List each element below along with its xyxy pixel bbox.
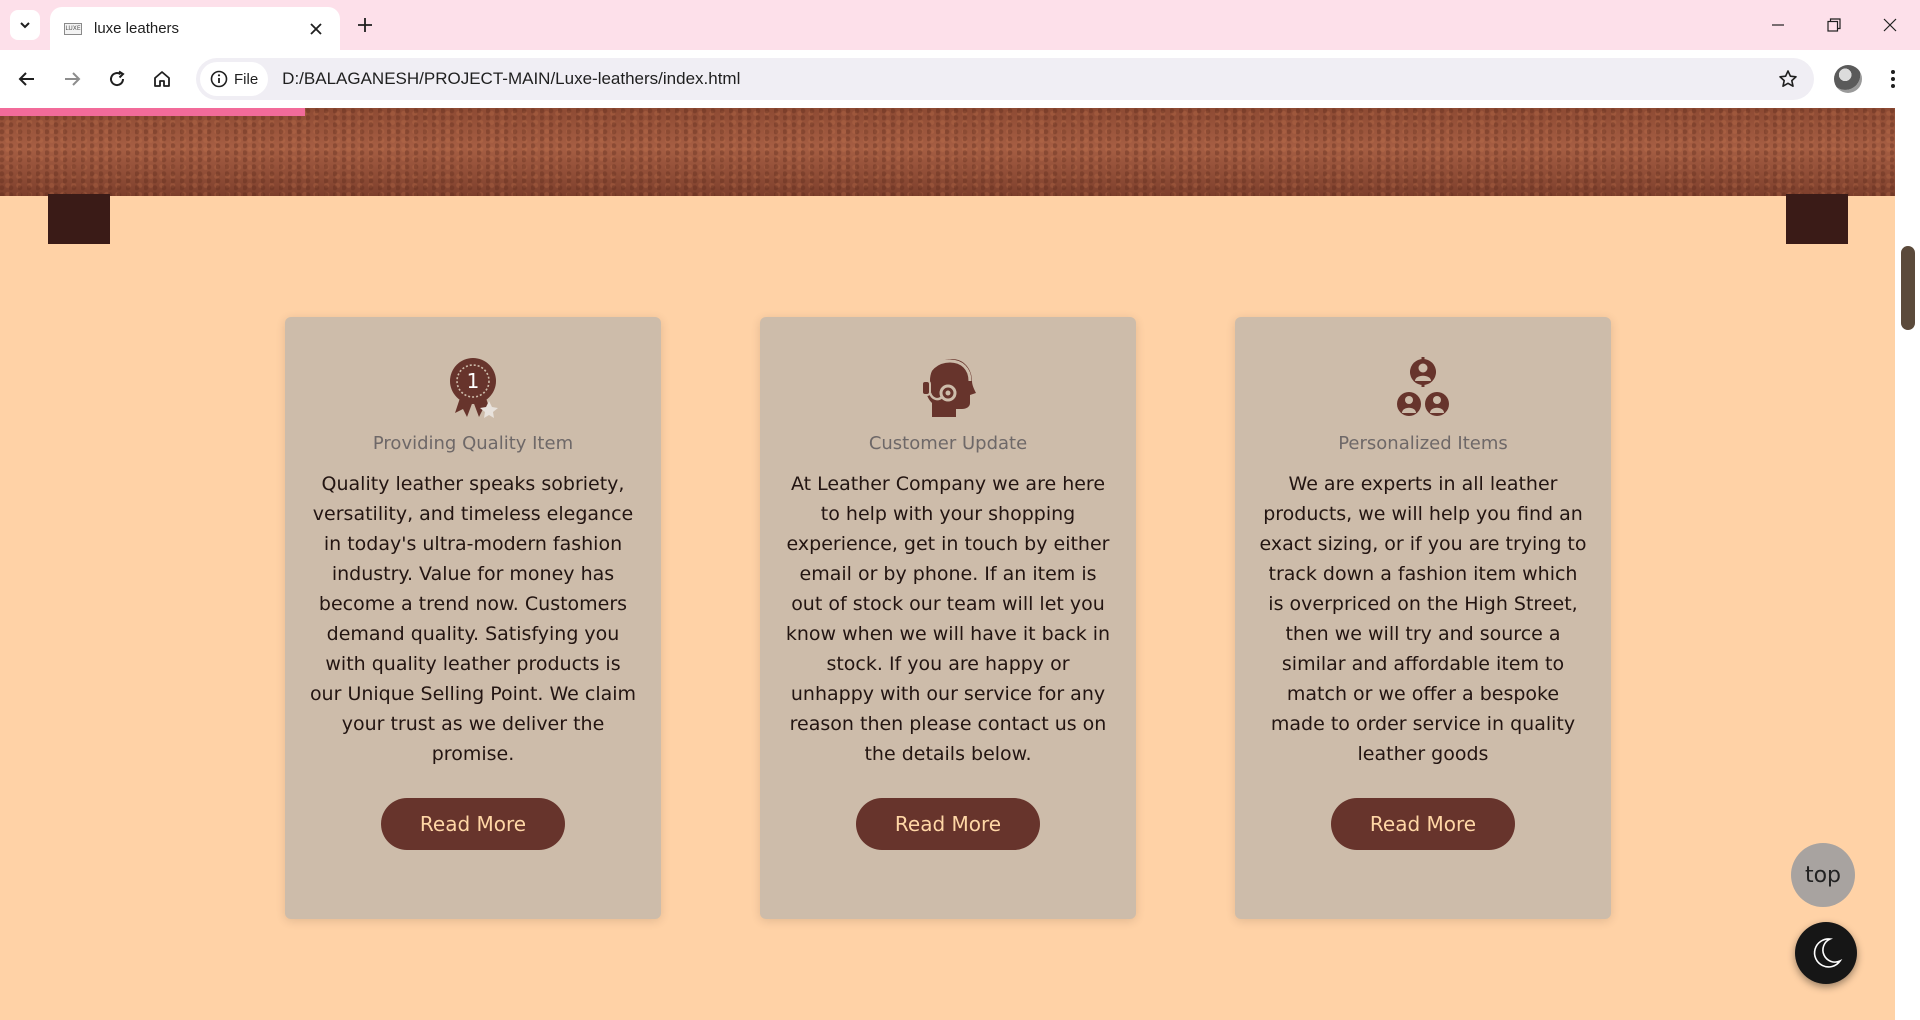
plus-icon: [358, 18, 372, 32]
tab-title: luxe leathers: [94, 20, 180, 37]
bookmark-button[interactable]: [1768, 59, 1808, 99]
forward-button[interactable]: [57, 64, 87, 94]
back-to-top-button[interactable]: top: [1791, 843, 1855, 907]
chevron-down-icon: [20, 22, 30, 29]
card-title: Providing Quality Item: [372, 433, 574, 454]
page-scrollbar-thumb[interactable]: [1901, 246, 1915, 330]
decorative-block-left: [48, 194, 110, 244]
read-more-button[interactable]: Read More: [381, 798, 565, 850]
url-text[interactable]: D:/BALAGANESH/PROJECT-MAIN/Luxe-leathers…: [282, 69, 1768, 89]
info-icon: [210, 70, 228, 88]
home-button[interactable]: [147, 64, 177, 94]
profile-avatar[interactable]: [1834, 65, 1862, 93]
page-viewport: 1 Providing Quality Item Quality leather…: [0, 108, 1895, 1020]
arrow-left-icon: [18, 72, 34, 86]
feature-card-personalized: Personalized Items We are experts in all…: [1235, 317, 1611, 919]
reload-button[interactable]: [102, 64, 132, 94]
close-icon: [310, 22, 322, 35]
feature-card-customer-update: Customer Update At Leather Company we ar…: [760, 317, 1136, 919]
leather-hero-banner: [0, 108, 1895, 196]
minimize-button[interactable]: [1758, 8, 1798, 42]
arrow-right-icon: [65, 72, 81, 86]
card-description: Quality leather speaks sobriety, versati…: [309, 473, 637, 765]
browser-tab[interactable]: LUXE luxe leathers: [50, 7, 340, 50]
browser-tab-strip: LUXE luxe leathers: [0, 0, 1920, 50]
address-bar[interactable]: File D:/BALAGANESH/PROJECT-MAIN/Luxe-lea…: [196, 58, 1814, 100]
card-description: We are experts in all leather products, …: [1259, 473, 1587, 765]
favicon-icon: LUXE: [64, 22, 82, 35]
site-chip-label: File: [234, 70, 259, 88]
svg-text:1: 1: [467, 369, 480, 393]
close-icon: [1883, 18, 1897, 32]
scroll-progress-bar: [0, 108, 305, 116]
page-scrollbar-track[interactable]: [1895, 108, 1920, 1020]
feature-card-quality: 1 Providing Quality Item Quality leather…: [285, 317, 661, 919]
read-more-button[interactable]: Read More: [856, 798, 1040, 850]
minimize-icon: [1772, 24, 1784, 26]
new-tab-button[interactable]: [352, 12, 378, 38]
close-window-button[interactable]: [1870, 8, 1910, 42]
theme-toggle-button[interactable]: [1795, 922, 1857, 984]
site-info-chip[interactable]: File: [200, 62, 269, 96]
star-icon: [1779, 70, 1797, 87]
award-medal-icon: 1: [450, 358, 498, 418]
tab-close-button[interactable]: [306, 19, 326, 39]
restore-icon: [1827, 18, 1841, 32]
people-network-icon: [1397, 357, 1449, 416]
tab-search-button[interactable]: [10, 10, 40, 40]
browser-menu-button[interactable]: [1880, 64, 1906, 94]
decorative-block-right: [1786, 194, 1848, 244]
back-button[interactable]: [12, 64, 42, 94]
card-title: Customer Update: [868, 433, 1028, 454]
home-icon: [154, 71, 170, 87]
headset-support-icon: [921, 359, 976, 417]
reload-icon: [110, 70, 125, 87]
kebab-icon: [1891, 70, 1895, 88]
restore-button[interactable]: [1814, 8, 1854, 42]
browser-toolbar: File D:/BALAGANESH/PROJECT-MAIN/Luxe-lea…: [0, 50, 1920, 108]
card-title: Personalized Items: [1338, 433, 1508, 454]
moon-icon: [1813, 938, 1843, 968]
card-description: At Leather Company we are here to help w…: [785, 473, 1111, 765]
read-more-button[interactable]: Read More: [1331, 798, 1515, 850]
